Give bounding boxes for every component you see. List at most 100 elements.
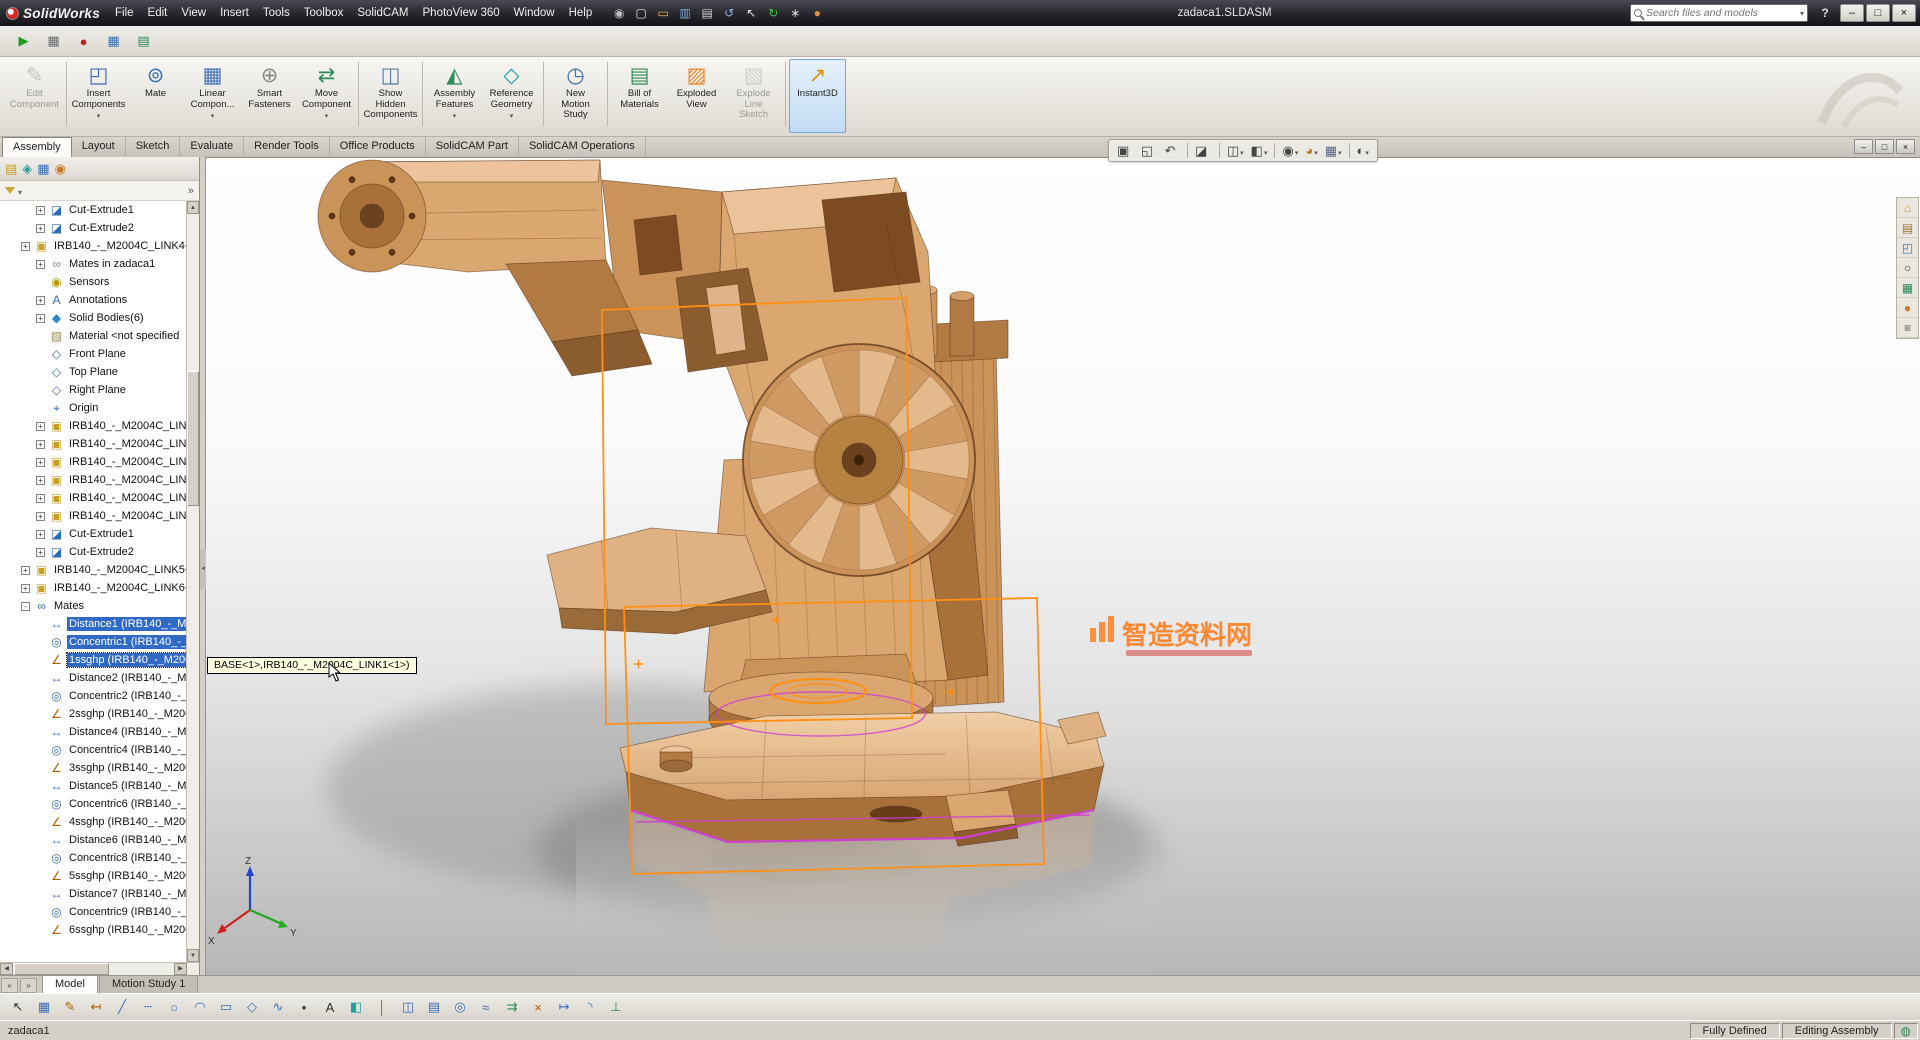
expand-toggle[interactable]: + (36, 548, 45, 557)
apply-scene[interactable]: ▦ (1322, 141, 1345, 160)
play-simulation[interactable]: ▶ (12, 30, 35, 53)
circle-tool[interactable]: ○ (164, 997, 184, 1017)
restore-button[interactable]: □ (1866, 4, 1890, 22)
machine-setup-table[interactable]: ▤ (132, 30, 155, 53)
select-tool[interactable]: ↖ (8, 997, 28, 1017)
exploded-view-button[interactable]: ▨ Exploded View (668, 59, 725, 133)
expand-toggle[interactable]: + (36, 440, 45, 449)
tree-item[interactable]: + ▣ IRB140_-_M2004C_LINK (0, 489, 187, 507)
panel-overflow-chevron[interactable]: » (188, 185, 194, 197)
new-motion-study-button[interactable]: ◷ New Motion Study (547, 59, 604, 133)
robot-assembly-model[interactable]: 智造资料网 Z X Y (206, 158, 1920, 975)
options[interactable]: ∗ (785, 4, 805, 23)
menu-item[interactable]: SolidCAM (350, 4, 415, 22)
solidworks-resources[interactable]: ⌂ (1897, 198, 1918, 218)
tree-item[interactable]: + ◪ Cut-Extrude2 (0, 543, 187, 561)
display-style[interactable]: ◧ (1248, 141, 1271, 160)
expand-toggle[interactable]: + (36, 224, 45, 233)
tab-scroll-right[interactable]: » (20, 978, 37, 993)
offset-entities[interactable]: ≈ (476, 997, 496, 1017)
tree-item[interactable]: + ▣ IRB140_-_M2004C_LINK4<1 (0, 237, 187, 255)
tree-item[interactable]: + ▣ IRB140_-_M2004C_LINK (0, 435, 187, 453)
configurationmanager-tab[interactable]: ▦ (37, 162, 49, 175)
expand-toggle[interactable]: + (21, 566, 30, 575)
assembly-features-button[interactable]: ◭ Assembly Features (426, 59, 483, 133)
tab-sketch[interactable]: Sketch (126, 137, 181, 157)
edit-appearance-view[interactable]: ◕ (1302, 141, 1320, 160)
scroll-left-arrow[interactable] (0, 963, 13, 975)
expand-toggle[interactable]: + (36, 296, 45, 305)
tree-item[interactable]: ↔ Distance5 (IRB140_-_M2 (0, 777, 187, 795)
expand-toggle[interactable]: - (21, 602, 30, 611)
tree-item[interactable]: ∠ 6ssghp (IRB140_-_M200 (0, 921, 187, 939)
tree-item[interactable]: ∠ 2ssghp (IRB140_-_M200 (0, 705, 187, 723)
tree-item[interactable]: + ▣ IRB140_-_M2004C_LINK (0, 417, 187, 435)
expand-toggle[interactable]: + (36, 458, 45, 467)
tool-table[interactable]: ▦ (102, 30, 125, 53)
tree-item[interactable]: + ▣ IRB140_-_M2004C_LINK6<1 (0, 579, 187, 597)
panel-collapse-handle[interactable] (200, 549, 206, 589)
tab-solidcam-operations[interactable]: SolidCAM Operations (519, 137, 646, 157)
scroll-thumb[interactable] (187, 371, 199, 506)
tab-office-products[interactable]: Office Products (330, 137, 426, 157)
dropdown-arrow-icon[interactable] (453, 110, 457, 118)
tree-item[interactable]: ◉ Sensors (0, 273, 187, 291)
search-pane[interactable]: ○ (1897, 258, 1918, 278)
doc-minimize-button[interactable]: – (1854, 139, 1873, 154)
arc-tool[interactable]: ◠ (190, 997, 210, 1017)
tab-scroll-left[interactable]: « (1, 978, 18, 993)
tree-item[interactable]: + ▣ IRB140_-_M2004C_LINK (0, 453, 187, 471)
frame-step[interactable]: ▦ (42, 30, 65, 53)
dropdown-arrow-icon[interactable] (325, 110, 329, 118)
expand-toggle[interactable]: + (36, 206, 45, 215)
undo[interactable]: ↺ (719, 4, 739, 23)
move-component-button[interactable]: ⇄ Move Component (298, 59, 355, 133)
expand-toggle[interactable]: + (36, 530, 45, 539)
tree-item[interactable]: + ◆ Solid Bodies(6) (0, 309, 187, 327)
tree-item[interactable]: ◇ Right Plane (0, 381, 187, 399)
expand-toggle[interactable]: + (36, 494, 45, 503)
print-document[interactable]: ▤ (697, 4, 717, 23)
menu-item[interactable]: View (174, 4, 213, 22)
new-document[interactable]: ▢ (631, 4, 651, 23)
close-button[interactable]: × (1892, 4, 1916, 22)
tree-item[interactable]: ∠ 1ssghp (IRB140_-_M200 (0, 651, 187, 669)
tree-item[interactable]: + ◪ Cut-Extrude2 (0, 219, 187, 237)
scroll-right-arrow[interactable] (174, 963, 187, 975)
edit-appearance[interactable]: ● (807, 4, 827, 23)
expand-toggle[interactable]: + (21, 242, 30, 251)
tree-item[interactable]: + ▣ IRB140_-_M2004C_LINK (0, 471, 187, 489)
propertymanager-tab[interactable]: ◈ (22, 162, 32, 175)
design-library[interactable]: ▤ (1897, 218, 1918, 238)
spline-tool[interactable]: ∿ (268, 997, 288, 1017)
menu-item[interactable]: Tools (256, 4, 297, 22)
zoom-to-area[interactable]: ◱ (1138, 141, 1161, 160)
search-dropdown-icon[interactable] (1800, 9, 1804, 18)
menu-item[interactable]: PhotoView 360 (416, 4, 507, 22)
axis-tool[interactable]: │ (372, 997, 392, 1017)
expand-toggle[interactable]: + (36, 476, 45, 485)
smart-fasteners-button[interactable]: ⊕ Smart Fasteners (241, 59, 298, 133)
tree-item[interactable]: ↔ Distance2 (IRB140_-_M2 (0, 669, 187, 687)
quick-tips-icon[interactable]: ◍ (1894, 1023, 1918, 1039)
dropdown-arrow-icon[interactable] (211, 110, 215, 118)
tree-item[interactable]: - ∞ Mates (0, 597, 187, 615)
tree-item[interactable]: ◎ Concentric1 (IRB140_-_ (0, 633, 187, 651)
tree-item[interactable]: + ▣ IRB140_-_M2004C_LINK (0, 507, 187, 525)
linear-sketch-pattern[interactable]: ▤ (424, 997, 444, 1017)
sketch-tool[interactable]: ✎ (60, 997, 80, 1017)
appearances-scenes[interactable]: ● (1897, 298, 1918, 318)
point-tool[interactable]: • (294, 997, 314, 1017)
text-tool[interactable]: A (320, 997, 340, 1017)
select[interactable]: ↖ (741, 4, 761, 23)
plane-tool[interactable]: ◧ (346, 997, 366, 1017)
tree-item[interactable]: ↔ Distance4 (IRB140_-_M2 (0, 723, 187, 741)
record-simulation[interactable]: ● (72, 30, 95, 53)
tree-item[interactable]: ◇ Front Plane (0, 345, 187, 363)
expand-toggle[interactable]: + (21, 584, 30, 593)
tree-item[interactable]: ◎ Concentric9 (IRB140_-_ (0, 903, 187, 921)
custom-properties[interactable]: ≡ (1897, 318, 1918, 338)
tab-render-tools[interactable]: Render Tools (244, 137, 330, 157)
scroll-up-arrow[interactable] (187, 201, 199, 214)
tree-item[interactable]: + A Annotations (0, 291, 187, 309)
